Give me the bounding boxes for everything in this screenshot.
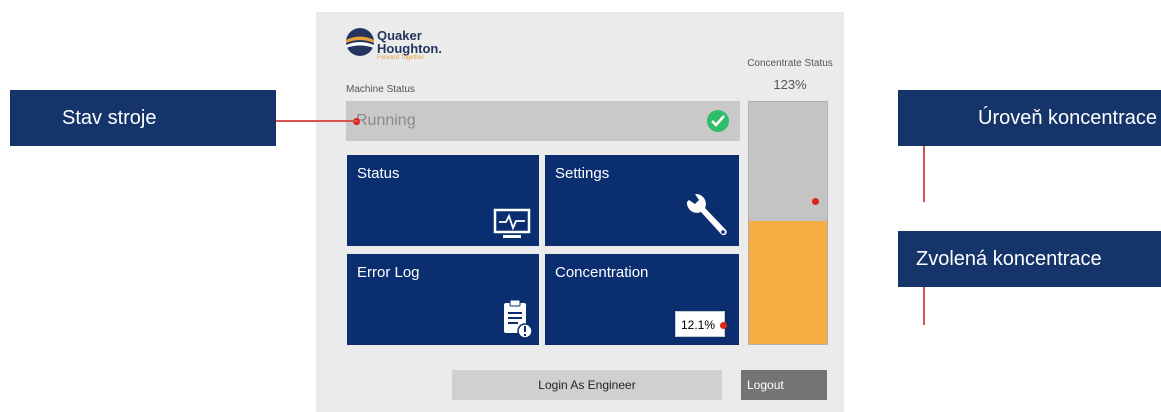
logo-tagline: Forward Together xyxy=(377,55,424,61)
machine-status-label: Machine Status xyxy=(346,84,415,95)
settings-tile-label: Settings xyxy=(555,165,610,182)
error-log-tile-label: Error Log xyxy=(357,264,420,281)
concentrate-gauge-fill xyxy=(749,220,827,344)
machine-status-value: Running xyxy=(356,112,416,129)
logout-button[interactable]: Logout xyxy=(741,370,827,400)
concentration-tile-label: Concentration xyxy=(555,264,649,281)
concentrate-status-value: 123% xyxy=(773,77,807,92)
concentration-marker xyxy=(720,322,727,329)
company-logo: Quaker Houghton. Forward Together xyxy=(345,25,465,65)
wrench-icon xyxy=(686,193,727,236)
status-tile-label: Status xyxy=(357,165,400,182)
concentrate-status-label: Concentrate Status xyxy=(747,58,833,69)
callout-line-concentration-level xyxy=(923,146,925,202)
monitor-pulse-icon xyxy=(493,208,531,238)
machine-status-bar: Running xyxy=(346,101,740,141)
error-log-tile[interactable]: Error Log xyxy=(347,254,539,345)
login-engineer-button[interactable]: Login As Engineer xyxy=(452,370,722,400)
callout-concentration-level: Úroveň koncentrace xyxy=(898,90,1161,146)
callout-machine-state: Stav stroje xyxy=(10,90,276,146)
concentration-value: 12.1% xyxy=(675,311,725,337)
callout-line-selected-concentration xyxy=(923,287,925,325)
callout-selected-concentration: Zvolená koncentrace xyxy=(898,231,1161,287)
concentrate-gauge xyxy=(748,101,828,345)
gauge-marker xyxy=(812,198,819,205)
quaker-houghton-logo-icon xyxy=(346,28,374,56)
settings-tile[interactable]: Settings xyxy=(545,155,739,246)
callout-line-machine-state xyxy=(276,120,358,122)
clipboard-alert-icon xyxy=(504,299,533,339)
check-circle-icon xyxy=(707,110,729,132)
logo-name-line2: Houghton. xyxy=(377,41,442,56)
status-tile[interactable]: Status xyxy=(347,155,539,246)
concentration-tile[interactable]: Concentration 12.1% xyxy=(545,254,739,345)
